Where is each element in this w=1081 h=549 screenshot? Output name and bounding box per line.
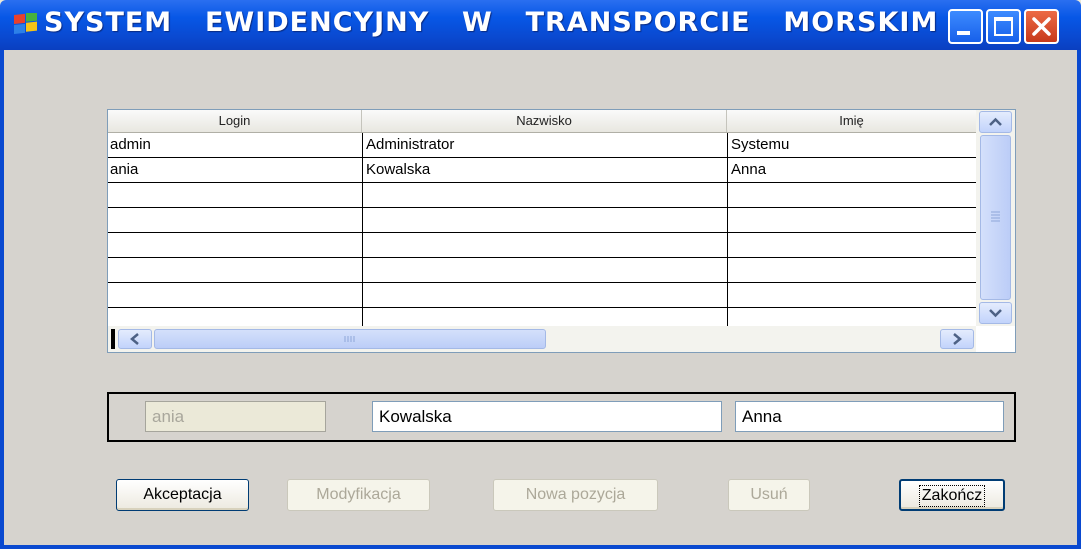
cell-login[interactable] — [108, 208, 362, 232]
grip-icon — [344, 336, 355, 342]
cell-imie[interactable] — [729, 308, 976, 326]
cell-nazwisko[interactable] — [364, 183, 727, 207]
table-row[interactable] — [108, 283, 976, 308]
grid-header: Login Nazwisko Imię — [108, 110, 976, 133]
vertical-scroll-thumb[interactable] — [980, 135, 1011, 300]
title-bar[interactable]: SYSTEM EWIDENCYJNY W TRANSPORCIE MORSKIM — [0, 0, 1081, 50]
window-border-bottom — [0, 545, 1081, 549]
delete-button-label: Usuń — [750, 486, 788, 503]
window-border-right — [1077, 50, 1081, 549]
column-header-login[interactable]: Login — [108, 110, 362, 132]
cell-imie[interactable]: Anna — [729, 158, 976, 182]
column-header-nazwisko[interactable]: Nazwisko — [362, 110, 727, 132]
new-item-button-label: Nowa pozycja — [525, 486, 626, 503]
horizontal-scroll-thumb[interactable] — [154, 329, 546, 349]
cell-imie[interactable] — [729, 258, 976, 282]
maximize-button[interactable] — [986, 9, 1021, 44]
horizontal-scrollbar[interactable] — [108, 326, 976, 352]
cell-nazwisko[interactable] — [364, 258, 727, 282]
table-row[interactable] — [108, 308, 976, 326]
cell-imie[interactable] — [729, 183, 976, 207]
cell-nazwisko[interactable] — [364, 208, 727, 232]
column-header-imie[interactable]: Imię — [727, 110, 976, 132]
modify-button-label: Modyfikacja — [316, 486, 401, 503]
delete-button[interactable]: Usuń — [728, 479, 810, 511]
cell-login[interactable] — [108, 308, 362, 326]
minimize-button[interactable] — [948, 9, 983, 44]
cell-nazwisko[interactable]: Administrator — [364, 133, 727, 157]
chevron-down-icon — [989, 309, 1002, 318]
minimize-icon — [957, 31, 970, 35]
nazwisko-field[interactable]: Kowalska — [372, 401, 722, 432]
table-row[interactable] — [108, 208, 976, 233]
cell-imie[interactable] — [729, 208, 976, 232]
finish-button[interactable]: Zakończ — [899, 479, 1005, 511]
cell-login[interactable] — [108, 233, 362, 257]
modify-button[interactable]: Modyfikacja — [287, 479, 430, 511]
imie-field[interactable]: Anna — [735, 401, 1004, 432]
cell-login[interactable] — [108, 283, 362, 307]
cell-login[interactable]: ania — [108, 158, 362, 182]
grid-rows: admin Administrator Systemu ania Kowalsk… — [108, 133, 976, 326]
close-icon — [1032, 17, 1051, 36]
windows-flag-icon — [14, 13, 37, 34]
cell-login[interactable]: admin — [108, 133, 362, 157]
table-row[interactable] — [108, 233, 976, 258]
cell-nazwisko[interactable] — [364, 308, 727, 326]
chevron-right-icon — [953, 333, 962, 345]
maximize-icon — [994, 17, 1013, 36]
cell-login[interactable] — [108, 258, 362, 282]
table-row[interactable] — [108, 183, 976, 208]
chevron-up-icon — [989, 117, 1002, 126]
column-divider — [727, 133, 728, 326]
table-row[interactable]: admin Administrator Systemu — [108, 133, 976, 158]
vertical-scrollbar[interactable] — [976, 110, 1015, 326]
column-divider — [362, 133, 363, 326]
grip-icon — [991, 211, 1000, 222]
accept-button[interactable]: Akceptacja — [116, 479, 249, 511]
cell-login[interactable] — [108, 183, 362, 207]
table-row[interactable]: ania Kowalska Anna — [108, 158, 976, 183]
table-row[interactable] — [108, 258, 976, 283]
finish-button-label: Zakończ — [918, 485, 986, 507]
app-window: SYSTEM EWIDENCYJNY W TRANSPORCIE MORSKIM… — [0, 0, 1081, 549]
record-detail-panel: ania Kowalska Anna — [107, 392, 1016, 442]
close-button[interactable] — [1024, 9, 1059, 44]
login-field: ania — [145, 401, 326, 432]
cell-imie[interactable] — [729, 233, 976, 257]
accept-button-label: Akceptacja — [143, 486, 222, 503]
scroll-left-button[interactable] — [118, 329, 152, 349]
scroll-up-button[interactable] — [979, 111, 1012, 133]
chevron-left-icon — [130, 333, 139, 345]
cell-nazwisko[interactable] — [364, 233, 727, 257]
scroll-down-button[interactable] — [979, 302, 1012, 324]
scroll-right-button[interactable] — [940, 329, 974, 349]
cell-nazwisko[interactable] — [364, 283, 727, 307]
new-item-button[interactable]: Nowa pozycja — [493, 479, 658, 511]
cell-imie[interactable] — [729, 283, 976, 307]
users-grid[interactable]: Login Nazwisko Imię admin Administrator … — [107, 109, 1016, 353]
cell-imie[interactable]: Systemu — [729, 133, 976, 157]
cell-nazwisko[interactable]: Kowalska — [364, 158, 727, 182]
window-title: SYSTEM EWIDENCYJNY W TRANSPORCIE MORSKIM — [44, 7, 939, 38]
scroll-position-marker — [111, 329, 115, 349]
